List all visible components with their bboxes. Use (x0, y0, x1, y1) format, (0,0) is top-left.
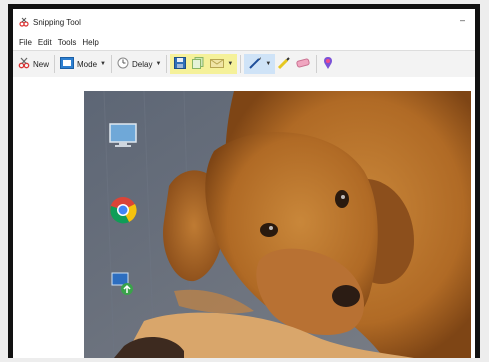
menu-bar: File Edit Tools Help (13, 35, 475, 49)
toolbar-divider (54, 55, 56, 73)
eraser-button[interactable] (293, 54, 313, 74)
menu-tools[interactable]: Tools (58, 38, 77, 47)
chevron-down-icon: ▼ (265, 61, 272, 67)
save-icon[interactable] (174, 57, 187, 71)
minimize-button[interactable]: – (460, 15, 465, 25)
chevron-down-icon[interactable]: ▼ (227, 61, 233, 67)
eraser-icon (295, 57, 311, 71)
copy-icon[interactable] (192, 57, 204, 71)
clock-icon (117, 57, 129, 71)
chevron-down-icon: ▼ (100, 61, 106, 67)
chrome-icon (97, 196, 149, 227)
toolbar-divider (316, 55, 318, 73)
highlighter-button[interactable] (275, 54, 293, 74)
new-label: New (33, 59, 50, 69)
menu-help[interactable]: Help (82, 38, 98, 47)
chevron-down-icon: ▼ (155, 61, 162, 67)
canvas-area (13, 77, 475, 358)
delay-label: Delay (131, 59, 153, 69)
scissors-app-icon (19, 17, 29, 27)
mode-label: Mode (77, 59, 98, 69)
highlighter-icon (277, 56, 291, 72)
pen-button[interactable]: ▼ (244, 54, 276, 74)
network-icon (97, 271, 149, 300)
pen-icon (248, 56, 262, 72)
email-icon[interactable] (210, 57, 225, 71)
delay-button[interactable]: Delay ▼ (115, 54, 163, 74)
desktop-shortcut-monitor[interactable] (97, 123, 149, 154)
toolbar: New Mode ▼ Delay ▼ ▼ ▼ (13, 50, 475, 78)
mode-button[interactable]: Mode ▼ (58, 54, 108, 74)
paint3d-icon (322, 56, 334, 72)
scissors-icon (18, 57, 30, 71)
mode-icon (60, 57, 75, 71)
toolbar-divider (166, 55, 168, 73)
captured-image (84, 91, 471, 358)
toolbar-divider (110, 55, 112, 73)
menu-file[interactable]: File (19, 38, 32, 47)
monitor-icon (97, 123, 149, 152)
desktop-shortcut-chrome[interactable] (97, 196, 149, 229)
toolbar-divider (240, 55, 242, 73)
title-bar: Snipping Tool – (13, 9, 475, 35)
new-button[interactable]: New (16, 54, 51, 74)
snipping-tool-window: Snipping Tool – File Edit Tools Help New (13, 9, 475, 358)
save-group: ▼ (170, 54, 238, 74)
menu-edit[interactable]: Edit (38, 38, 52, 47)
desktop-shortcut-network[interactable] (97, 271, 149, 302)
window-title: Snipping Tool (33, 17, 81, 27)
paint3d-button[interactable] (320, 54, 336, 74)
